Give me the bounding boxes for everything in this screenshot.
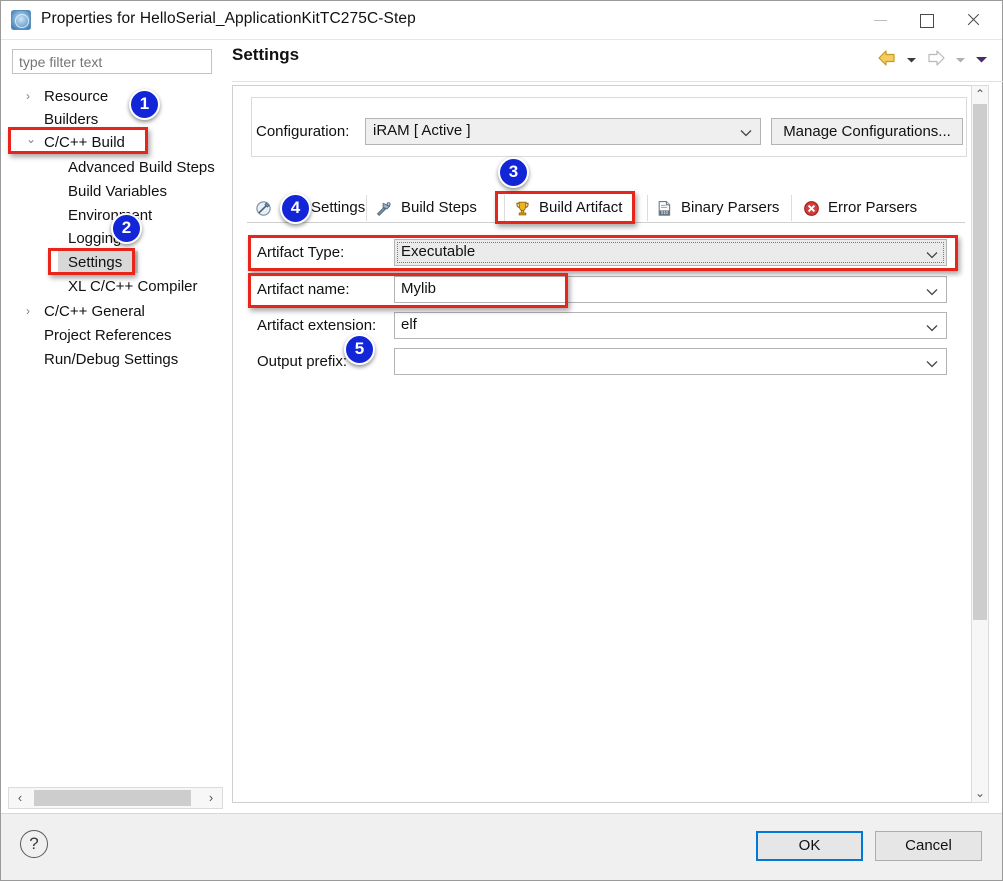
help-button[interactable]: ?: [20, 830, 48, 858]
field-combo-artifact-name[interactable]: Mylib: [394, 276, 947, 303]
field-value-artifact-name: Mylib: [401, 280, 437, 297]
filter-input[interactable]: [12, 49, 212, 74]
sidebar-item-label: Advanced Build Steps: [68, 159, 215, 176]
binary-file-icon: 010: [656, 200, 673, 217]
annotation-badge-3: 3: [498, 157, 529, 188]
sidebar-item-resource[interactable]: › Resource: [8, 85, 223, 108]
tab-label: Binary Parsers: [681, 199, 780, 216]
scroll-down-button[interactable]: ⌄: [972, 785, 988, 802]
annotation-badge-1: 1: [129, 89, 160, 120]
minimize-button[interactable]: [858, 1, 904, 38]
eclipse-properties-icon: [11, 10, 31, 30]
sidebar-item-label: Builders: [44, 111, 99, 128]
tab-label: Build Steps: [401, 199, 477, 216]
sidebar-item-label: Build Variables: [68, 183, 167, 200]
field-value-artifact-extension: elf: [401, 316, 417, 333]
sidebar-item-c-c-build[interactable]: ⌄ C/C++ Build: [8, 131, 223, 154]
field-combo-artifact-extension[interactable]: elf: [394, 312, 947, 339]
settings-tree[interactable]: › Resource Builders ⌄ C/C++ Build Advanced Bu…: [8, 81, 223, 785]
tool-settings-icon: [255, 200, 272, 217]
field-label-artifact-type: Artifact Type:: [257, 244, 345, 261]
back-dropdown-icon[interactable]: [906, 52, 917, 68]
tab-build-steps[interactable]: Build Steps: [366, 195, 505, 221]
page-title: Settings: [232, 45, 300, 64]
sidebar-item-xl-c-c-compiler[interactable]: XL C/C++ Compiler: [8, 275, 223, 298]
tab-label: Error Parsers: [828, 199, 918, 216]
page-nav-toolbar: [872, 49, 988, 71]
configuration-label: Configuration:: [256, 123, 350, 140]
chevron-right-icon[interactable]: ›: [26, 300, 30, 323]
configuration-combo[interactable]: iRAM [ Active ]: [365, 118, 761, 145]
sidebar-item-label: XL C/C++ Compiler: [68, 278, 198, 295]
forward-arrow-icon: [926, 49, 946, 71]
sidebar-item-label: C/C++ General: [44, 303, 145, 320]
svg-text:010: 010: [661, 210, 669, 215]
chevron-down-icon: [926, 356, 938, 371]
sidebar-item-label: Run/Debug Settings: [44, 351, 179, 368]
scroll-up-button[interactable]: ⌃: [972, 86, 988, 103]
chevron-down-icon: [926, 284, 938, 299]
field-label-output-prefix: Output prefix:: [257, 353, 348, 370]
sidebar-item-label: C/C++ Build: [44, 134, 125, 151]
content-vertical-scrollbar[interactable]: ⌃ ⌄: [971, 85, 989, 803]
sidebar-item-run-debug-settings[interactable]: Run/Debug Settings: [8, 348, 223, 371]
field-label-artifact-name: Artifact name:: [257, 281, 350, 298]
sidebar-item-c-c-general[interactable]: › C/C++ General: [8, 300, 223, 323]
back-arrow-icon[interactable]: [877, 49, 897, 71]
window-title: Properties for HelloSerial_ApplicationKi…: [41, 10, 416, 27]
sidebar-item-label: Project References: [44, 327, 172, 344]
close-button[interactable]: [950, 1, 996, 38]
sidebar-item-advanced-build-steps[interactable]: Advanced Build Steps: [8, 156, 223, 179]
tab-label: Build Artifact: [539, 199, 623, 216]
ok-button[interactable]: OK: [756, 831, 863, 861]
chevron-down-icon: [926, 247, 938, 262]
tab-label: Settings: [311, 199, 366, 216]
annotation-badge-4: 4: [280, 193, 311, 224]
error-circle-icon: [803, 200, 820, 217]
annotation-badge-5: 5: [344, 334, 375, 365]
forward-dropdown-icon: [955, 52, 966, 68]
settings-content-pane: [232, 85, 985, 803]
tab-binary-parsers[interactable]: 010 Binary Parsers: [647, 195, 792, 221]
chevron-right-icon[interactable]: ›: [26, 85, 30, 108]
scroll-left-button[interactable]: ‹: [9, 788, 31, 808]
chevron-down-icon: [740, 125, 752, 140]
field-combo-artifact-type[interactable]: Executable: [394, 239, 947, 266]
minimize-icon: [874, 20, 887, 21]
chevron-down-icon[interactable]: ⌄: [26, 128, 36, 151]
tab-error-parsers[interactable]: Error Parsers: [791, 195, 928, 221]
sidebar-item-settings[interactable]: Settings: [8, 251, 223, 274]
sidebar-item-builders[interactable]: Builders: [8, 108, 223, 131]
focus-outline: [397, 242, 944, 263]
configuration-value: iRAM [ Active ]: [373, 122, 471, 139]
view-menu-icon[interactable]: [975, 52, 988, 68]
scroll-right-button[interactable]: ›: [200, 788, 222, 808]
chevron-down-icon: [926, 320, 938, 335]
manage-configurations-button[interactable]: Manage Configurations...: [771, 118, 963, 145]
header-divider: [232, 81, 1003, 82]
tree-horizontal-scrollbar[interactable]: ‹ ›: [8, 787, 223, 809]
sidebar-item-project-references[interactable]: Project References: [8, 324, 223, 347]
sidebar-item-label: Settings: [68, 254, 123, 271]
sidebar-item-build-variables[interactable]: Build Variables: [8, 180, 223, 203]
trophy-icon: [514, 200, 531, 217]
maximize-icon: [920, 14, 934, 28]
field-combo-output-prefix[interactable]: [394, 348, 947, 375]
scroll-thumb-vertical[interactable]: [973, 104, 987, 620]
cancel-button[interactable]: Cancel: [875, 831, 982, 861]
properties-dialog: Properties for HelloSerial_ApplicationKi…: [0, 0, 1003, 881]
title-bar: Properties for HelloSerial_ApplicationKi…: [1, 1, 1002, 40]
tab-build-artifact[interactable]: Build Artifact: [504, 195, 648, 221]
scroll-thumb-horizontal[interactable]: [34, 790, 191, 806]
hammer-icon: [375, 200, 392, 217]
maximize-button[interactable]: [904, 1, 950, 38]
annotation-badge-2: 2: [111, 213, 142, 244]
sidebar-item-label: Resource: [44, 88, 109, 105]
